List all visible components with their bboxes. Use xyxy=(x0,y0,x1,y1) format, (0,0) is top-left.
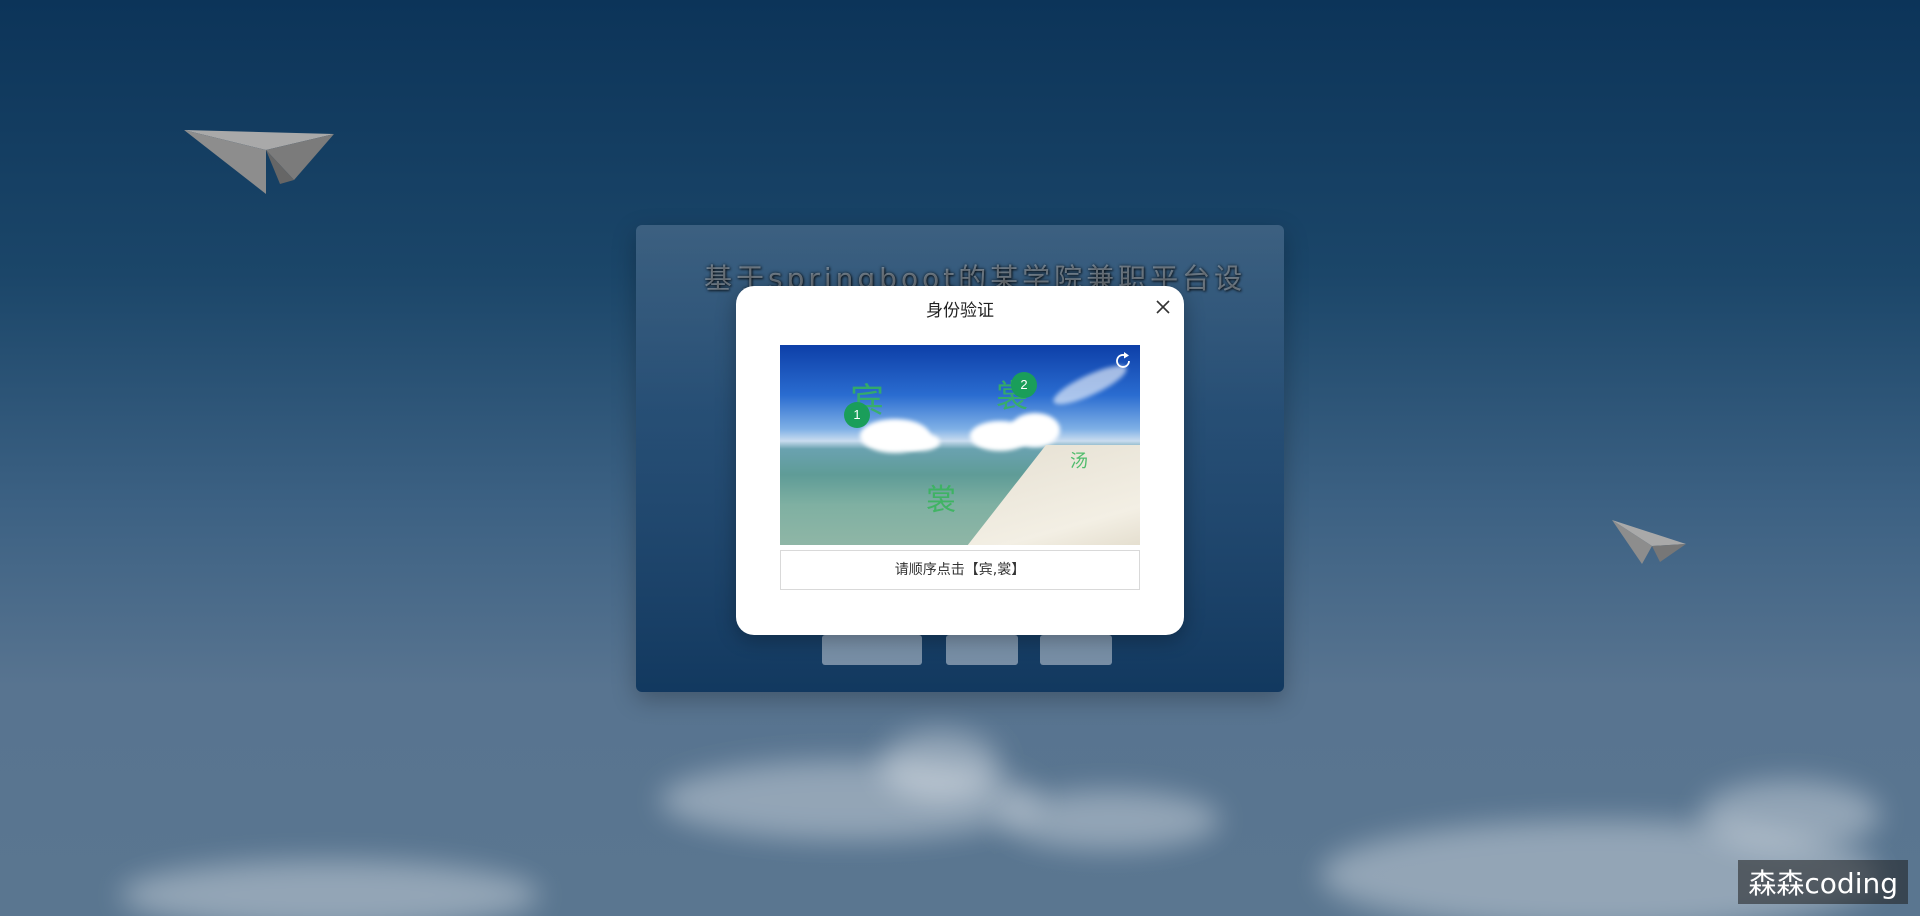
captcha-modal: 身份验证 宾 裳 裳 汤 1 2 请顺序点击【宾,裳】 xyxy=(736,286,1184,635)
beach-sand xyxy=(960,445,1140,545)
refresh-icon[interactable] xyxy=(1112,350,1134,372)
background: 基于springboot的某学院兼职平台设 身份验证 宾 裳 裳 汤 1 2 请… xyxy=(0,0,1920,916)
close-icon[interactable] xyxy=(1152,296,1174,318)
captcha-image[interactable]: 宾 裳 裳 汤 1 2 xyxy=(780,345,1140,545)
captcha-prompt: 请顺序点击【宾,裳】 xyxy=(780,550,1140,590)
click-marker: 2 xyxy=(1011,372,1037,398)
captcha-character[interactable]: 裳 xyxy=(926,475,956,519)
watermark: 森森coding xyxy=(1738,860,1908,904)
captcha-character[interactable]: 汤 xyxy=(1070,447,1088,473)
image-cloud xyxy=(900,433,940,451)
modal-title: 身份验证 xyxy=(926,301,994,321)
click-marker: 1 xyxy=(844,402,870,428)
image-cloud xyxy=(1010,413,1060,447)
